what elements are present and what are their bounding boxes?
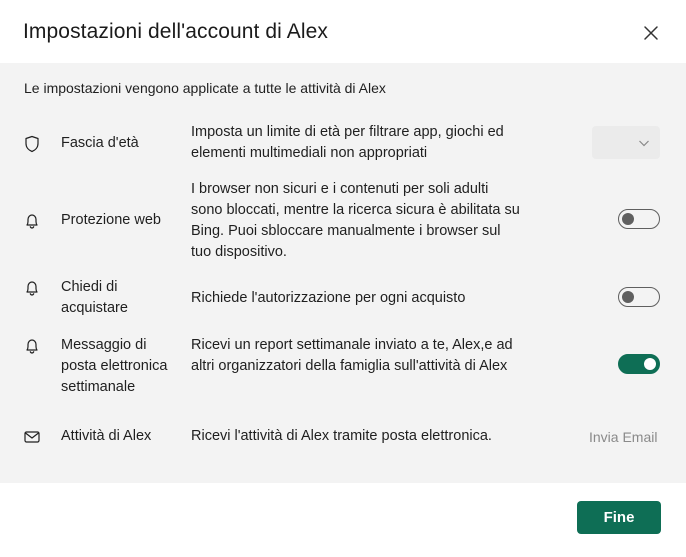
done-button[interactable]: Fine bbox=[577, 501, 661, 534]
dialog-footer: Fine bbox=[0, 483, 686, 557]
toggle-knob bbox=[644, 358, 656, 370]
setting-name: Attività di Alex bbox=[61, 428, 152, 444]
setting-description: I browser non sicuri e i contenuti per s… bbox=[191, 181, 520, 260]
ask-to-buy-toggle[interactable] bbox=[618, 287, 660, 307]
dialog-title: Impostazioni dell'account di Alex bbox=[23, 20, 328, 43]
bell-icon bbox=[26, 281, 38, 296]
close-button[interactable] bbox=[640, 22, 662, 44]
mail-icon bbox=[24, 431, 40, 443]
account-settings-dialog: Impostazioni dell'account di Alex Le imp… bbox=[0, 0, 686, 557]
weekly-email-toggle[interactable] bbox=[618, 354, 660, 374]
setting-name: Chiedi di acquistare bbox=[61, 279, 128, 316]
setting-row-weekly-email: Messaggio di posta elettronica settimana… bbox=[0, 335, 686, 399]
setting-description: Imposta un limite di età per filtrare ap… bbox=[191, 124, 504, 161]
setting-description: Ricevi l'attività di Alex tramite posta … bbox=[191, 428, 492, 444]
toggle-knob bbox=[622, 213, 634, 225]
settings-panel: Le impostazioni vengono applicate a tutt… bbox=[0, 63, 686, 483]
setting-row-ask-to-buy: Chiedi di acquistare Richiede l'autorizz… bbox=[0, 277, 686, 321]
dialog-header: Impostazioni dell'account di Alex bbox=[0, 0, 686, 63]
age-range-dropdown[interactable] bbox=[592, 126, 660, 159]
toggle-knob bbox=[622, 291, 634, 303]
send-email-link[interactable]: Invia Email bbox=[589, 429, 657, 445]
setting-description: Ricevi un report settimanale inviato a t… bbox=[191, 337, 513, 374]
chevron-down-icon bbox=[639, 140, 649, 147]
setting-name: Messaggio di posta elettronica settimana… bbox=[61, 337, 168, 395]
setting-row-age-range: Fascia d'età Imposta un limite di età pe… bbox=[0, 120, 686, 170]
web-protection-toggle[interactable] bbox=[618, 209, 660, 229]
setting-row-activity: Attività di Alex Ricevi l'attività di Al… bbox=[0, 425, 686, 449]
setting-name: Protezione web bbox=[61, 212, 161, 228]
close-icon bbox=[644, 26, 658, 40]
setting-name: Fascia d'età bbox=[61, 135, 139, 151]
bell-icon bbox=[26, 339, 38, 354]
intro-text: Le impostazioni vengono applicate a tutt… bbox=[24, 80, 386, 96]
shield-icon bbox=[25, 135, 39, 153]
setting-row-web-protection: Protezione web I browser non sicuri e i … bbox=[0, 179, 686, 263]
setting-description: Richiede l'autorizzazione per ogni acqui… bbox=[191, 290, 466, 306]
bell-icon bbox=[26, 214, 38, 229]
